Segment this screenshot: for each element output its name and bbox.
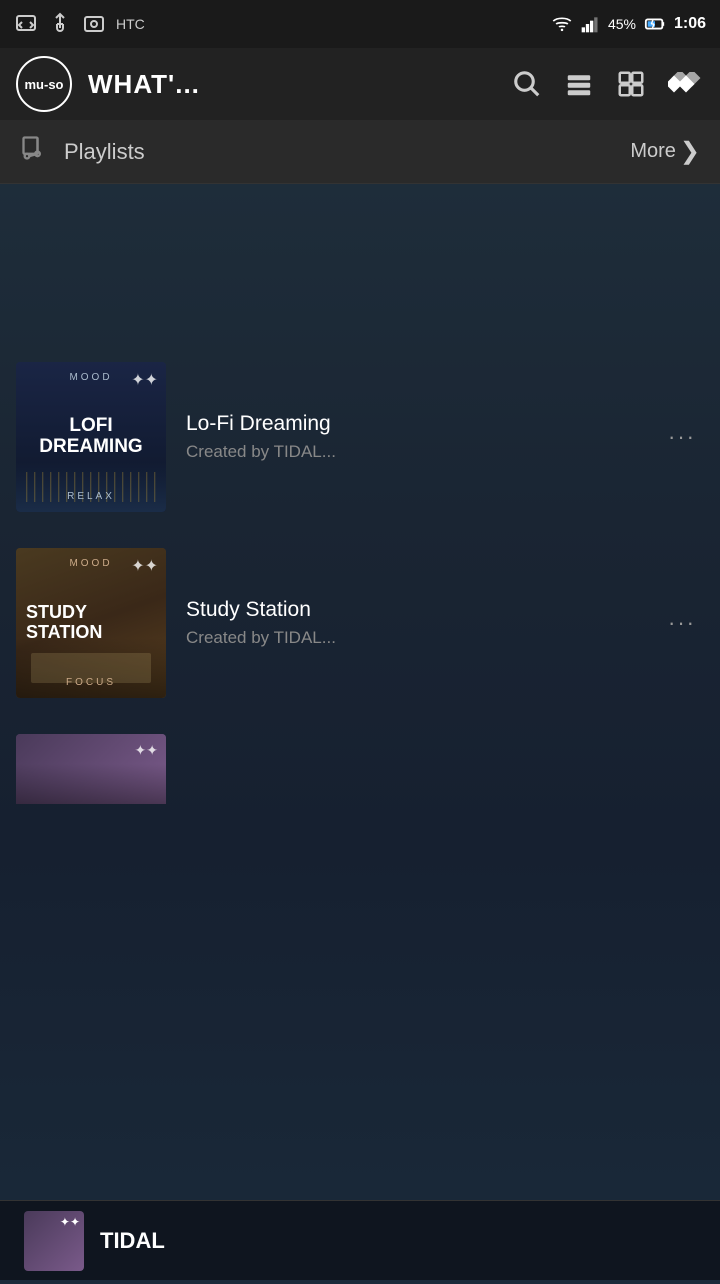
app-title: WHAT'...: [88, 69, 496, 100]
playlist-name: Lo-Fi Dreaming: [186, 412, 640, 436]
time-label: 1:06: [674, 15, 706, 33]
status-bar: HTC 45% 1:06: [0, 0, 720, 48]
app-logo[interactable]: mu-so: [16, 56, 72, 112]
playlist-menu-button[interactable]: ···: [660, 416, 704, 458]
playlist-creator: Created by TIDAL...: [186, 628, 640, 648]
status-bar-right: 45% 1:06: [552, 13, 706, 35]
playlist-info: Study Station Created by TIDAL...: [186, 598, 640, 648]
htc-label: HTC: [116, 16, 145, 32]
search-icon[interactable]: [512, 69, 542, 99]
signal-icon: [580, 14, 600, 34]
photo-icon: [82, 12, 106, 36]
playlist-item[interactable]: NEWARRIVALS ✦✦ New Arrivals Created by T…: [16, 204, 704, 334]
battery-icon: [644, 13, 666, 35]
usb-icon: [48, 12, 72, 36]
thumb-dots-icon: ✦✦: [131, 556, 158, 576]
status-bar-left: HTC: [14, 12, 145, 36]
section-title: Playlists: [64, 139, 614, 165]
relax-tag: RELAX: [16, 491, 166, 502]
list-view-icon[interactable]: [564, 69, 594, 99]
thumb-dots-icon: ✦✦: [131, 370, 158, 390]
wifi-icon: [552, 14, 572, 34]
playlist-name: Study Station: [186, 598, 640, 622]
tidal-bar-thumb-dots: ✦✦: [60, 1215, 80, 1229]
nav-icons: [512, 69, 704, 99]
section-header: Playlists More ❯: [0, 120, 720, 184]
playlist-item[interactable]: MOOD STUDY STATION FOCUS ✦✦ Study Statio…: [16, 540, 704, 706]
tidal-bar-thumb: ✦✦: [24, 1211, 84, 1271]
battery-percentage: 45%: [608, 16, 636, 32]
focus-tag: FOCUS: [16, 677, 166, 688]
study-title: STUDY STATION: [26, 603, 156, 643]
playlist-thumb-lofi: MOOD LOFI DREAMING RELAX ✦✦: [16, 362, 166, 512]
dev-icon: [14, 12, 38, 36]
playlist-creator: Created by TIDAL...: [186, 442, 640, 462]
content-area: NEWARRIVALS ✦✦ New Arrivals Created by T…: [0, 184, 720, 1284]
playlist-item[interactable]: MOOD LOFI DREAMING RELAX ✦✦ Lo-Fi Dreami…: [16, 354, 704, 520]
playlist-info: Lo-Fi Dreaming Created by TIDAL...: [186, 412, 640, 462]
chevron-right-icon: ❯: [680, 137, 700, 166]
tidal-bar: ✦✦ TIDAL: [0, 1200, 720, 1280]
grid-view-icon[interactable]: [616, 69, 646, 99]
tidal-logo-icon[interactable]: [668, 72, 704, 96]
more-button[interactable]: More ❯: [630, 137, 700, 166]
playlist-thumb-partial: ✦✦: [16, 734, 166, 804]
lofi-title: LOFI DREAMING: [26, 416, 156, 458]
playlist-item[interactable]: ✦✦: [16, 726, 704, 812]
top-nav: mu-so WHAT'...: [0, 48, 720, 120]
playlist-icon: [20, 134, 48, 169]
playlist-thumb-study: MOOD STUDY STATION FOCUS ✦✦: [16, 548, 166, 698]
tidal-bar-title: TIDAL: [100, 1228, 165, 1254]
playlist-menu-button[interactable]: ···: [660, 602, 704, 644]
